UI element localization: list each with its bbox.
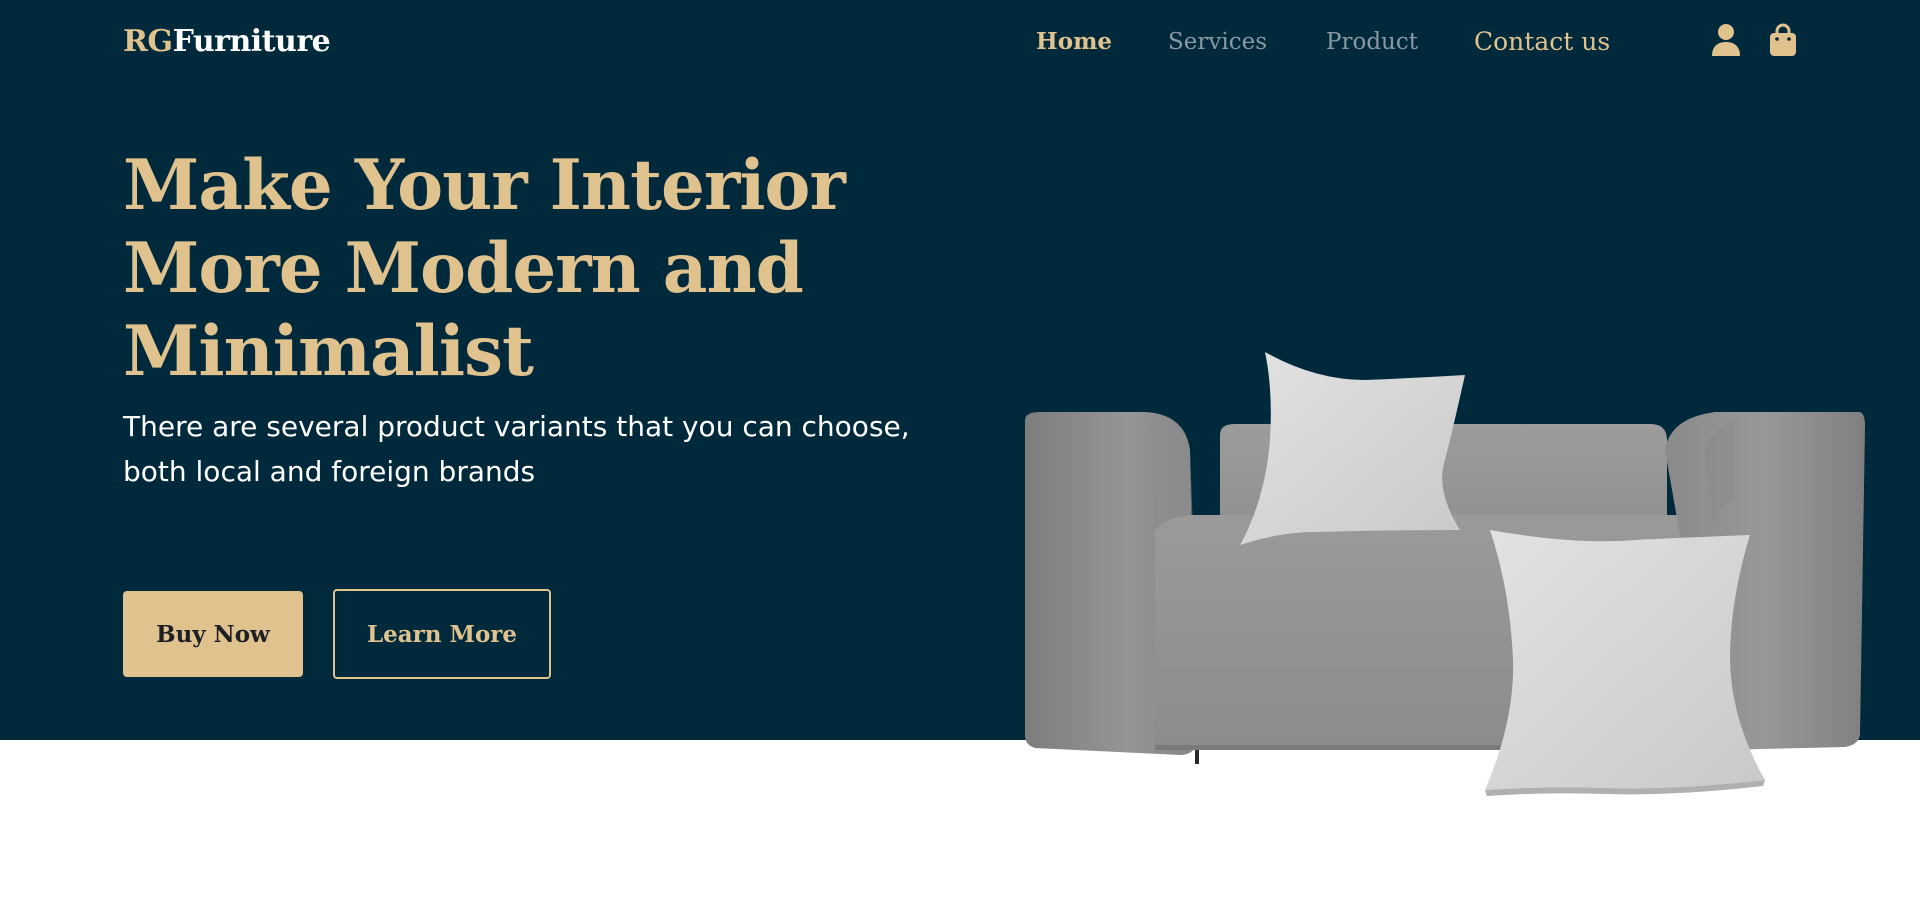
brand-logo[interactable]: RGFurniture (123, 22, 331, 62)
user-icon (1712, 24, 1740, 56)
nav-contact-us[interactable]: Contact us (1474, 22, 1610, 62)
hero-title: Make Your Interior More Modern and Minim… (123, 144, 883, 393)
hero-subtitle: There are several product variants that … (123, 410, 910, 488)
learn-more-button[interactable]: Learn More (333, 589, 551, 679)
hero-title-line: Make Your Interior (123, 145, 846, 226)
shopping-bag-icon (1770, 23, 1796, 56)
hero-title-line: Minimalist (123, 311, 534, 392)
sofa-image (1025, 352, 1865, 796)
nav-home[interactable]: Home (1036, 22, 1112, 62)
nav-services[interactable]: Services (1168, 22, 1267, 62)
nav-product[interactable]: Product (1326, 22, 1418, 62)
hero-title-line: More Modern and (123, 228, 804, 309)
brand-name: Furniture (172, 24, 331, 59)
cart-button[interactable] (1767, 22, 1799, 58)
account-button[interactable] (1710, 22, 1742, 58)
buy-now-button[interactable]: Buy Now (123, 591, 303, 677)
brand-prefix: RG (123, 24, 173, 59)
